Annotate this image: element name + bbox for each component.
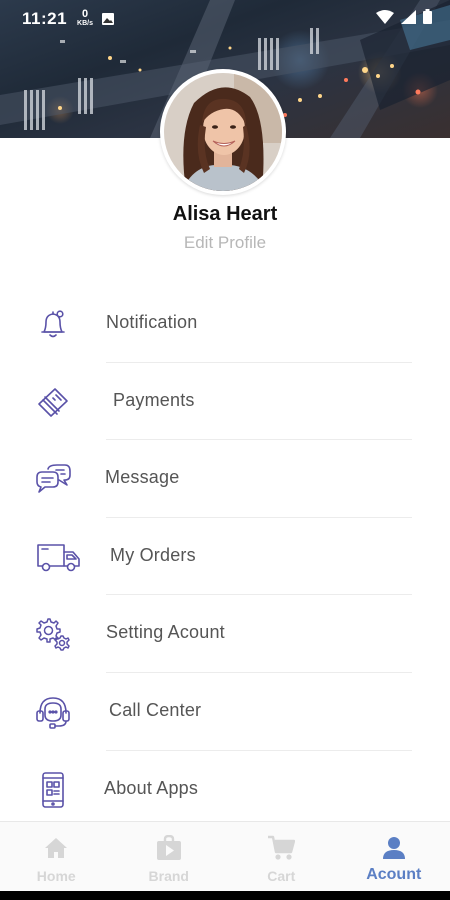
headset-icon bbox=[34, 694, 72, 730]
bell-icon bbox=[34, 306, 72, 342]
brand-bag-icon bbox=[156, 834, 182, 862]
menu-label-call-center: Call Center bbox=[109, 699, 202, 720]
nav-tab-home[interactable]: Home bbox=[0, 822, 113, 891]
profile-avatar[interactable] bbox=[160, 69, 286, 195]
gears-icon bbox=[34, 616, 72, 652]
menu-item-call-center[interactable]: Call Center bbox=[0, 673, 450, 751]
nav-label-brand: Brand bbox=[148, 868, 189, 884]
network-speed-value: 0 bbox=[81, 8, 89, 20]
menu-item-payments[interactable]: Payments bbox=[0, 363, 450, 441]
menu-label-setting-account: Setting Acount bbox=[106, 622, 225, 643]
edit-profile-link[interactable]: Edit Profile bbox=[0, 233, 450, 253]
cart-icon bbox=[267, 834, 296, 862]
nav-label-home: Home bbox=[36, 868, 76, 884]
battery-icon bbox=[423, 9, 432, 29]
status-time: 11:21 bbox=[22, 9, 68, 28]
profile-name: Alisa Heart bbox=[172, 203, 278, 225]
menu-item-notification[interactable]: Notification bbox=[0, 285, 450, 363]
network-speed-unit: KB/s bbox=[77, 20, 93, 27]
chat-bubbles-icon bbox=[34, 461, 72, 497]
menu-label-about-apps: About Apps bbox=[104, 777, 199, 798]
delivery-truck-icon bbox=[36, 539, 82, 575]
status-bar: 11:21 0 KB/s bbox=[0, 0, 450, 38]
menu-label-notification: Notification bbox=[106, 312, 198, 332]
account-menu: Notification Payments Message My Orders … bbox=[0, 285, 450, 828]
credit-card-icon bbox=[34, 384, 72, 420]
nav-label-cart: Cart bbox=[267, 868, 296, 884]
nav-tab-account[interactable]: Acount bbox=[338, 822, 450, 891]
cell-signal-icon bbox=[401, 9, 416, 29]
system-navigation-bar bbox=[0, 891, 450, 900]
menu-label-message: Message bbox=[105, 467, 180, 488]
nav-tab-brand[interactable]: Brand bbox=[113, 822, 226, 891]
menu-item-setting-account[interactable]: Setting Acount bbox=[0, 595, 450, 673]
nav-tab-cart[interactable]: Cart bbox=[225, 822, 338, 891]
menu-item-message[interactable]: Message bbox=[0, 440, 450, 518]
network-speed: 0 KB/s bbox=[77, 8, 93, 28]
menu-label-my-orders: My Orders bbox=[110, 544, 196, 565]
user-icon bbox=[382, 834, 405, 862]
bottom-navigation: Home Brand Cart Acount bbox=[0, 821, 450, 891]
mobile-app-icon bbox=[34, 771, 72, 808]
wifi-icon bbox=[376, 9, 394, 29]
menu-item-about-apps[interactable]: About Apps bbox=[0, 751, 450, 829]
nav-label-account: Acount bbox=[366, 866, 422, 883]
home-icon bbox=[44, 834, 68, 862]
gallery-notification-icon bbox=[101, 12, 115, 26]
menu-label-payments: Payments bbox=[113, 389, 195, 410]
menu-item-my-orders[interactable]: My Orders bbox=[0, 518, 450, 596]
